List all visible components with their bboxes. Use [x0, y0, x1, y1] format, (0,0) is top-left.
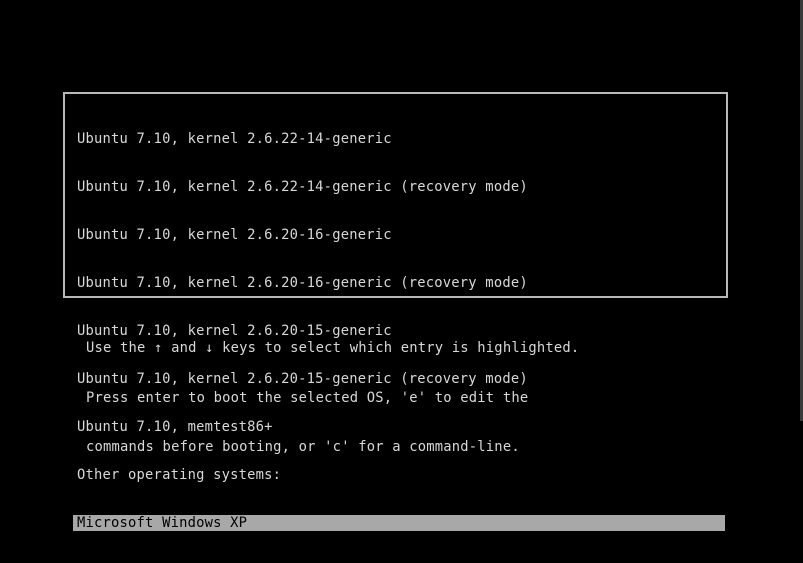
boot-entry-windows-xp[interactable]: Microsoft Windows XP: [73, 515, 725, 531]
boot-entry-ubuntu-2-6-22-14-recovery[interactable]: Ubuntu 7.10, kernel 2.6.22-14-generic (r…: [73, 179, 725, 195]
grub-boot-screen: Ubuntu 7.10, kernel 2.6.22-14-generic Ub…: [0, 0, 803, 531]
help-line-keys: Use the ↑ and ↓ keys to select which ent…: [86, 340, 580, 356]
boot-entry-ubuntu-2-6-20-16[interactable]: Ubuntu 7.10, kernel 2.6.20-16-generic: [73, 227, 725, 243]
boot-menu-box: Ubuntu 7.10, kernel 2.6.22-14-generic Ub…: [63, 92, 728, 531]
boot-entry-ubuntu-2-6-20-16-recovery[interactable]: Ubuntu 7.10, kernel 2.6.20-16-generic (r…: [73, 275, 725, 291]
boot-entry-ubuntu-2-6-22-14[interactable]: Ubuntu 7.10, kernel 2.6.22-14-generic: [73, 131, 725, 147]
help-line-commands: commands before booting, or 'c' for a co…: [86, 439, 520, 455]
boot-help-text: Use the ↑ and ↓ keys to select which ent…: [86, 307, 579, 489]
help-line-enter: Press enter to boot the selected OS, 'e'…: [86, 389, 529, 406]
